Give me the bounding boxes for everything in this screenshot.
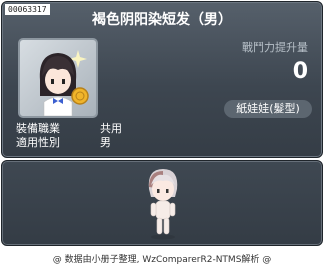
equip-job-value: 共用 [100, 122, 122, 135]
equip-job-label: 裝備職業 [16, 122, 60, 135]
category-tag: 紙娃娃(髮型) [224, 100, 312, 118]
item-tooltip-card: 00063317 褐色阴阳染短发（男） 戰鬥力提升量 0 紙娃娃(髮型) 裝備職 [1, 1, 323, 158]
item-title: 褐色阴阳染短发（男） [92, 12, 232, 28]
character-preview-panel [1, 160, 323, 246]
combat-power-value: 0 [292, 59, 308, 84]
hair-avatar-icon [39, 50, 89, 116]
footer-credit: @ 数据由小册子整理, WzComparerR2-NTMS解析 @ [52, 255, 272, 265]
item-icon-frame [18, 38, 98, 118]
gender-label: 適用性別 [16, 136, 60, 149]
equip-job-row: 裝備職業 共用 [16, 122, 122, 136]
combat-power-label: 戰鬥力提升量 [242, 41, 308, 54]
gender-value: 男 [100, 136, 111, 149]
gender-row: 適用性別 男 [16, 136, 111, 150]
character-preview [148, 169, 178, 240]
